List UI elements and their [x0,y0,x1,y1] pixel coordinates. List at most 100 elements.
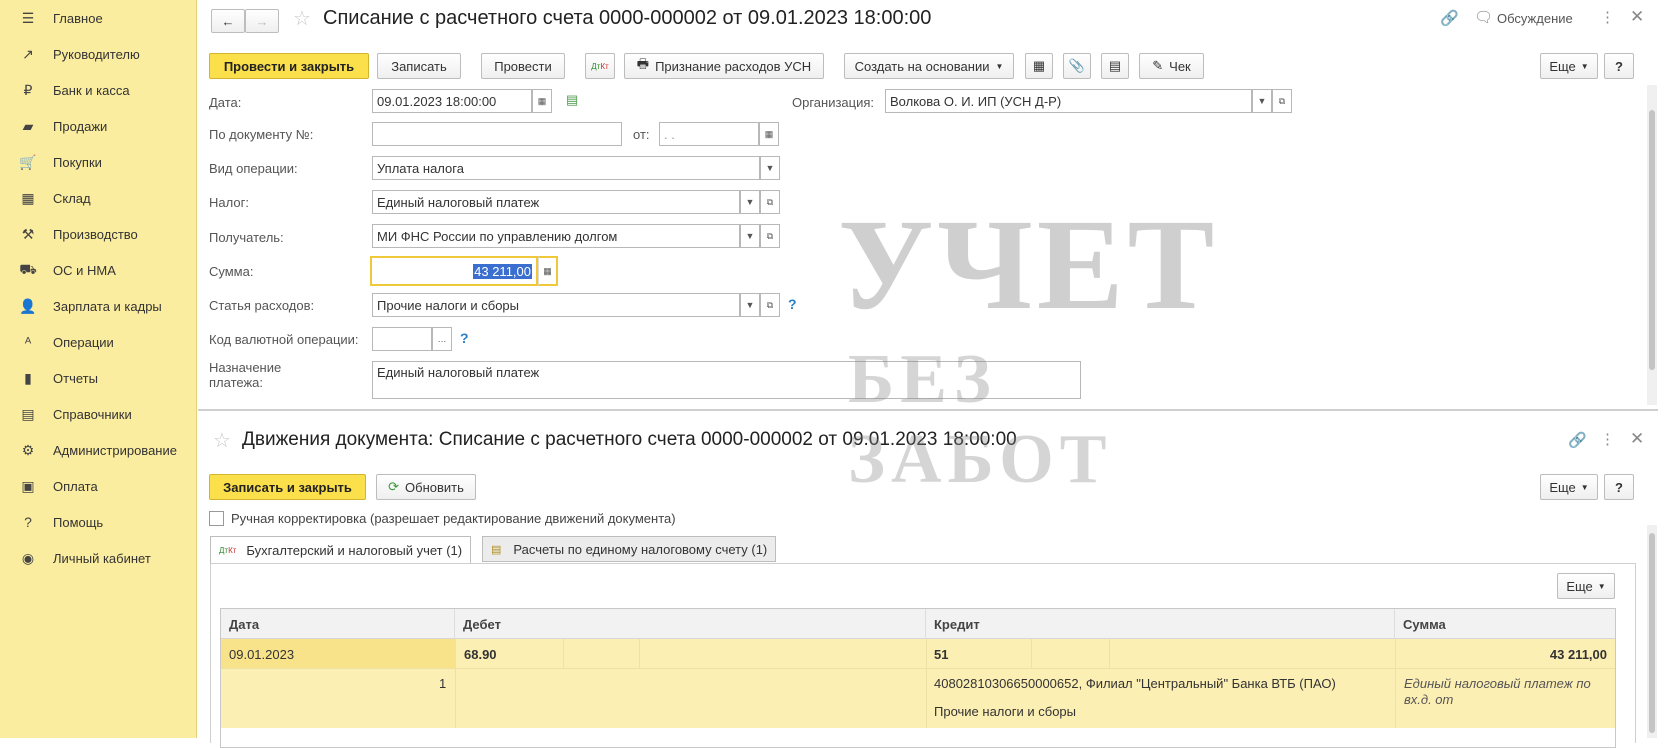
dt-kt-button[interactable]: Дт Кт [585,53,615,79]
recipient-dropdown-icon[interactable]: ▼ [740,224,760,248]
expense-help-icon[interactable]: ? [788,296,797,312]
discussion-icon[interactable]: 🗨 [1474,8,1493,26]
sidebar-item-3[interactable]: ▰ Продажи [0,110,197,142]
trend-icon: ↗ [22,45,34,62]
sidebar-item-label: Администрирование [53,442,177,458]
organization-dropdown-icon[interactable]: ▼ [1252,89,1272,113]
document-list-icon[interactable]: ▤ [1101,53,1129,79]
movements-scrollbar[interactable] [1647,525,1657,738]
sidebar-item-4[interactable]: 🛒 Покупки [0,146,197,178]
sidebar-item-1[interactable]: ↗ Руководителю [0,38,197,70]
currency-op-field[interactable] [372,327,432,351]
sidebar-item-12[interactable]: ⚙ Администрирование [0,434,197,466]
purpose-field[interactable]: Единый налоговый платеж [372,361,1081,399]
check-label: Чек [1169,58,1191,74]
usn-expense-button[interactable]: 🖶 Признание расходов УСН [624,53,824,79]
sidebar-item-15[interactable]: ◉ Личный кабинет [0,542,197,574]
docnum-label: По документу №: [209,127,314,142]
sum-field[interactable]: 43 211,00 [370,256,538,286]
form-scrollbar[interactable] [1647,85,1657,405]
back-button[interactable]: ← [211,9,245,33]
currency-help-icon[interactable]: ? [460,330,469,346]
table-more-button[interactable]: Еще ▼ [1557,573,1615,599]
sidebar-item-7[interactable]: ⛟ ОС и НМА [0,254,197,286]
tax-field[interactable]: Единый налоговый платеж [372,190,740,214]
recipient-field[interactable]: МИ ФНС России по управлению долгом [372,224,740,248]
tax-open-icon[interactable]: ⧉ [760,190,780,214]
sum-label: Сумма: [209,264,254,279]
tab-accounting[interactable]: ДтКт Бухгалтерский и налоговый учет (1) [210,536,472,564]
date-field[interactable]: 09.01.2023 18:00:00 [372,89,532,113]
movements-help-button[interactable]: ? [1604,474,1634,500]
movements-scrollbar-thumb[interactable] [1649,533,1655,733]
recipient-open-icon[interactable]: ⧉ [760,224,780,248]
currency-op-select-icon[interactable]: … [432,327,452,351]
sidebar-item-2[interactable]: ₽ Банк и касса [0,74,197,106]
structure-icon[interactable]: ▦ [1025,53,1053,79]
manual-correction-checkbox[interactable] [209,511,224,526]
form-scrollbar-thumb[interactable] [1649,110,1655,370]
save-button[interactable]: Записать [377,53,461,79]
expense-item-field[interactable]: Прочие налоги и сборы [372,293,740,317]
close-icon[interactable]: ✕ [1630,7,1644,27]
sidebar-item-10[interactable]: ▮ Отчеты [0,362,197,394]
help-button[interactable]: ? [1604,53,1634,79]
movements-close-icon[interactable]: ✕ [1630,429,1644,449]
more-vertical-icon[interactable]: ⋮ [1600,8,1615,26]
sidebar-item-5[interactable]: ▦ Склад [0,182,197,214]
organization-label: Организация: [792,95,875,110]
movements-more-button[interactable]: Еще ▼ [1540,474,1598,500]
help-icon: ? [24,514,32,530]
organization-field[interactable]: Волкова О. И. ИП (УСН Д-Р) [885,89,1252,113]
from-date-field[interactable]: . . [659,122,759,146]
expense-item-dropdown-icon[interactable]: ▼ [740,293,760,317]
book-icon: ▤ [21,405,35,422]
column-header-date[interactable]: Дата [221,609,455,639]
link-icon[interactable]: 🔗 [1440,9,1459,27]
sidebar-item-13[interactable]: ▣ Оплата [0,470,197,502]
sidebar-item-11[interactable]: ▤ Справочники [0,398,197,430]
check-button[interactable]: ✎ Чек [1139,53,1204,79]
form-splitter[interactable] [198,409,1658,413]
save-and-close-button[interactable]: Записать и закрыть [209,474,366,500]
document-title: Списание с расчетного счета 0000-000002 … [323,7,932,29]
chevron-down-icon: ▼ [1580,482,1589,492]
movements-more-vertical-icon[interactable]: ⋮ [1600,430,1615,448]
expense-item-label: Статья расходов: [209,298,315,313]
sidebar-item-0[interactable]: ☰ Главное [0,2,197,34]
post-button[interactable]: Провести [481,53,565,79]
discussion-link[interactable]: Обсуждение [1497,11,1573,26]
forward-button[interactable]: → [245,9,279,33]
refresh-button[interactable]: ⟳ Обновить [376,474,476,500]
favorite-star-icon[interactable]: ☆ [293,6,311,31]
usn-expense-label: Признание расходов УСН [655,58,812,74]
expense-item-open-icon[interactable]: ⧉ [760,293,780,317]
from-calendar-icon[interactable]: ▦ [759,122,779,146]
sidebar-item-6[interactable]: ⚒ Производство [0,218,197,250]
column-header-debit[interactable]: Дебет [455,609,926,639]
tab-ens-settlements[interactable]: ▤ Расчеты по единому налоговому счету (1… [482,536,777,562]
attachment-icon[interactable]: 📎 [1063,53,1091,79]
calendar-icon[interactable]: ▦ [532,89,552,113]
organization-open-icon[interactable]: ⧉ [1272,89,1292,113]
sidebar-item-8[interactable]: 👤 Зарплата и кадры [0,290,197,322]
post-and-close-button[interactable]: Провести и закрыть [209,53,369,79]
recipient-label: Получатель: [209,230,284,245]
row-sum-note: Единый налоговый платеж по вх.д. от [1404,676,1591,707]
column-header-credit[interactable]: Кредит [926,609,1395,639]
more-button[interactable]: Еще ▼ [1540,53,1598,79]
column-header-sum[interactable]: Сумма [1395,609,1615,639]
docnum-field[interactable] [372,122,622,146]
movements-link-icon[interactable]: 🔗 [1568,431,1587,449]
create-based-on-button[interactable]: Создать на основании ▼ [844,53,1014,79]
tax-dropdown-icon[interactable]: ▼ [740,190,760,214]
history-icon[interactable]: ▤ [566,92,578,108]
movements-favorite-star-icon[interactable]: ☆ [213,428,231,453]
main-area: ← → ☆ Списание с расчетного счета 0000-0… [198,0,1667,748]
calculator-icon[interactable]: ▦ [538,256,558,286]
operation-type-field[interactable]: Уплата налога [372,156,760,180]
sidebar-item-14[interactable]: ? Помощь [0,506,197,538]
person-icon: 👤 [19,297,37,314]
operation-type-dropdown-icon[interactable]: ▼ [760,156,780,180]
sidebar-item-9[interactable]: ᴬ Операции [0,326,197,358]
